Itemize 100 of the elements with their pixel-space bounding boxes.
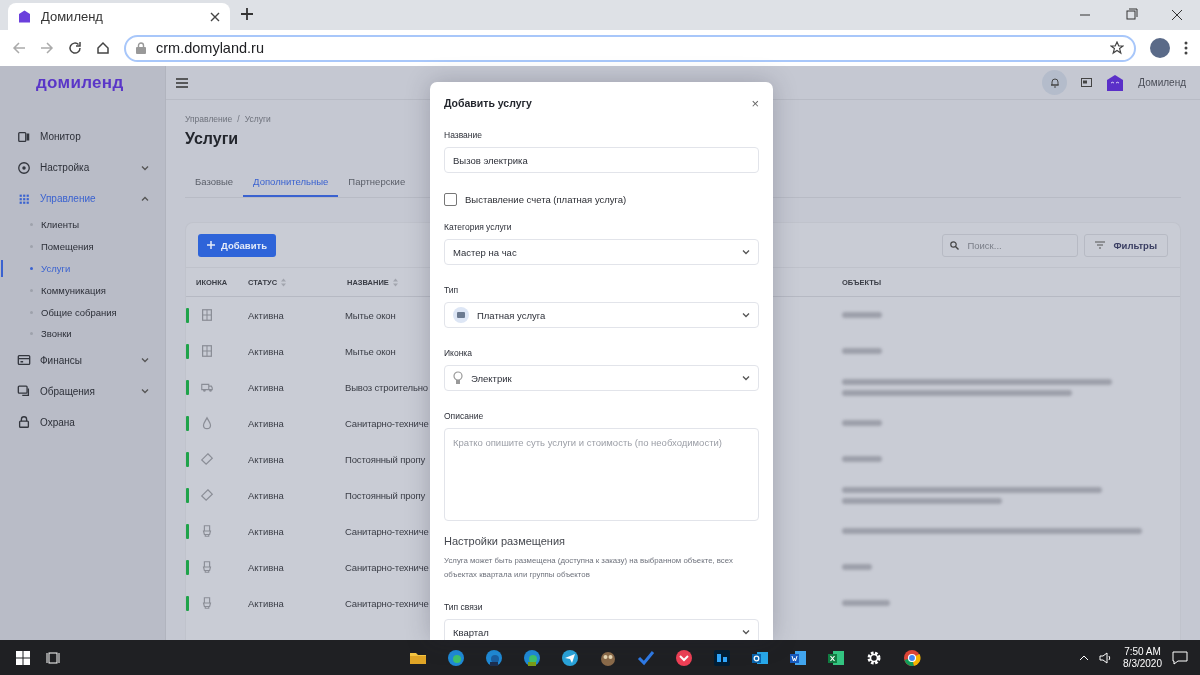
status-bar xyxy=(186,344,189,359)
table-cell: Санитарно-техниче xyxy=(345,597,429,609)
submenu-item[interactable]: Коммуникация xyxy=(0,279,165,302)
submenu-item[interactable]: Помещения xyxy=(0,235,165,258)
user-name[interactable]: Домиленд xyxy=(1138,77,1186,88)
sidebar-item[interactable]: Охрана xyxy=(0,406,165,438)
window-icon xyxy=(200,308,214,322)
windows-icon[interactable] xyxy=(16,650,30,665)
status-bar xyxy=(186,452,189,467)
sidebar-item[interactable]: Обращения xyxy=(0,375,165,407)
table-cell: Активна xyxy=(248,597,284,609)
ticket-icon xyxy=(200,488,214,502)
select-field[interactable]: Электрик xyxy=(444,365,759,391)
table-cell: Вывоз строительно xyxy=(345,381,428,393)
clock-time[interactable]: 7:50 AM xyxy=(1124,646,1161,657)
sort-icon xyxy=(281,277,287,287)
bulb-icon xyxy=(453,371,463,385)
chevron-icon xyxy=(742,628,750,636)
browser-icon[interactable] xyxy=(445,647,466,668)
tab[interactable]: Базовые xyxy=(185,168,244,197)
lock-icon xyxy=(136,42,146,54)
wallet-icon xyxy=(453,307,469,323)
address-bar[interactable]: crm.domyland.ru xyxy=(124,34,1136,62)
table-cell: Постоянный пропу xyxy=(345,489,425,501)
avatar[interactable] xyxy=(1150,38,1170,58)
table-cell: Активна xyxy=(248,381,284,393)
target-icon xyxy=(17,160,31,175)
chat-icon xyxy=(17,384,31,399)
close-icon[interactable] xyxy=(210,11,220,22)
field-label: Название xyxy=(444,130,483,140)
tab[interactable]: Партнерские xyxy=(338,168,416,197)
submenu-item[interactable]: Общие собрания xyxy=(0,301,165,323)
monitor-icon xyxy=(17,129,31,144)
chevron-icon xyxy=(742,311,750,319)
select-field[interactable]: Мастер на час xyxy=(444,239,759,265)
submenu-item[interactable]: Клиенты xyxy=(0,214,165,236)
sidebar-item[interactable]: Монитор xyxy=(0,121,165,152)
checkbox-label[interactable]: Выставление счета (платная услуга) xyxy=(465,194,627,205)
dialog-title: Добавить услугу xyxy=(444,97,532,109)
blurred-text xyxy=(842,600,890,606)
blurred-text xyxy=(842,420,882,426)
browser-icon[interactable] xyxy=(901,647,922,668)
browser-tab[interactable]: Домиленд xyxy=(8,3,230,30)
sort-icon xyxy=(392,277,398,287)
menu-icon[interactable] xyxy=(176,77,188,88)
bell-button[interactable] xyxy=(1042,70,1068,95)
search-icon xyxy=(950,240,960,250)
notification-icon[interactable] xyxy=(1172,650,1188,665)
status-bar xyxy=(186,596,189,611)
paper-plane-icon[interactable] xyxy=(559,647,580,668)
star-icon[interactable] xyxy=(1110,41,1124,55)
section-title: Настройки размещения xyxy=(444,535,567,547)
blurred-text xyxy=(842,348,882,354)
news-icon[interactable] xyxy=(1081,78,1093,87)
select-field[interactable]: Платная услуга xyxy=(444,302,759,328)
close-button[interactable]: × xyxy=(751,95,759,111)
chevron-icon[interactable] xyxy=(1079,654,1090,661)
ticket-icon xyxy=(200,452,214,466)
square-app-icon[interactable] xyxy=(711,647,732,668)
clock-date[interactable]: 8/3/2020 xyxy=(1123,658,1162,669)
field-label: Тип xyxy=(444,285,460,295)
status-bar xyxy=(186,488,189,503)
window-icon xyxy=(200,344,214,358)
more-icon[interactable] xyxy=(1184,41,1188,55)
table-cell: Активна xyxy=(248,525,284,537)
browser-icon[interactable] xyxy=(521,647,542,668)
checkbox[interactable] xyxy=(444,193,457,206)
text-field[interactable]: Вызов электрика xyxy=(444,147,759,173)
reload-icon[interactable] xyxy=(68,41,82,55)
card-icon xyxy=(17,353,31,368)
task-view-icon[interactable] xyxy=(46,650,60,665)
blurred-text xyxy=(842,564,872,570)
tab-title: Домиленд xyxy=(41,9,104,24)
bell-icon xyxy=(1049,77,1060,88)
sidebar-item[interactable]: Финансы xyxy=(0,344,165,376)
table-cell: Санитарно-техниче xyxy=(345,525,429,537)
page-title: Услуги xyxy=(185,130,239,148)
table-cell: Санитарно-техниче xyxy=(345,417,429,429)
submenu-item[interactable]: Звонки xyxy=(0,323,165,345)
filter-icon xyxy=(1095,241,1106,249)
field-label: Категория услуги xyxy=(444,222,513,232)
status-bar xyxy=(186,308,189,323)
filter-button[interactable]: Фильтры xyxy=(1084,233,1168,257)
search-field[interactable]: Поиск... xyxy=(942,233,1079,257)
sidebar-item[interactable]: Настройка xyxy=(0,152,165,183)
add-button[interactable]: Добавить xyxy=(198,233,276,257)
table-cell: Постоянный пропу xyxy=(345,453,425,465)
status-bar xyxy=(186,380,189,395)
logo[interactable]: домиленд xyxy=(36,72,124,93)
field-label: Тип связи xyxy=(444,602,484,612)
table-cell: Мытье окон xyxy=(345,345,396,357)
home-icon[interactable] xyxy=(96,41,110,55)
house-avatar-icon[interactable] xyxy=(1106,73,1125,92)
plus-icon[interactable] xyxy=(240,7,254,21)
description-field[interactable]: Кратко опишите суть услуги и стоимость (по необходимости) xyxy=(444,428,759,521)
status-bar xyxy=(186,560,189,575)
table-cell: Санитарно-техниче xyxy=(345,561,429,573)
lock-icon xyxy=(17,415,31,430)
pocket-icon[interactable] xyxy=(673,647,694,668)
breadcrumb-separator: / xyxy=(237,114,240,124)
